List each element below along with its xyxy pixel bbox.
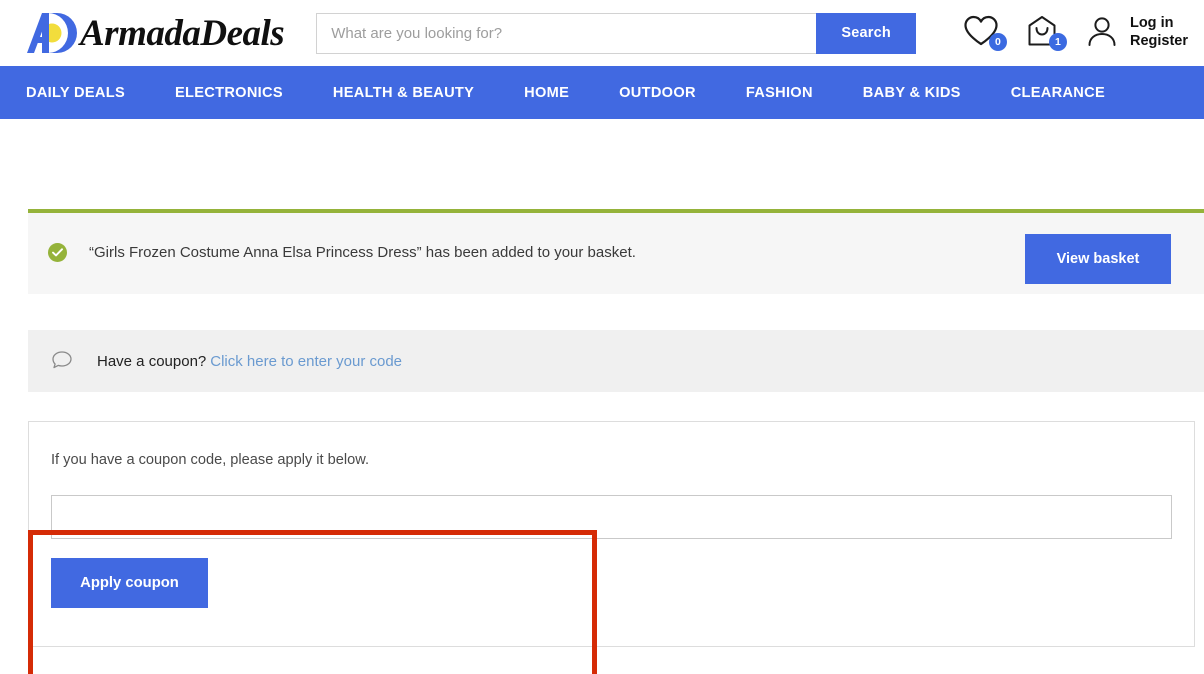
apply-coupon-button[interactable]: Apply coupon xyxy=(51,558,208,608)
nav-item-health-beauty[interactable]: HEALTH & BEAUTY xyxy=(333,85,500,101)
coupon-form-instruction: If you have a coupon code, please apply … xyxy=(51,452,370,468)
nav-item-baby-kids[interactable]: BABY & KIDS xyxy=(863,85,987,101)
basket-success-notice: “Girls Frozen Costume Anna Elsa Princess… xyxy=(28,209,1204,294)
view-basket-button[interactable]: View basket xyxy=(1025,234,1171,284)
main-navigation: DAILY DEALS ELECTRONICS HEALTH & BEAUTY … xyxy=(0,66,1204,119)
check-circle-icon xyxy=(48,243,67,262)
search-button[interactable]: Search xyxy=(816,12,917,54)
basket-button[interactable]: 1 xyxy=(1025,11,1067,55)
speech-bubble-icon xyxy=(51,350,73,375)
coupon-bar-form-spacer xyxy=(0,392,1204,421)
coupon-prompt-text: Have a coupon? Click here to enter your c… xyxy=(97,353,402,370)
main-content: “Girls Frozen Costume Anna Elsa Princess… xyxy=(0,119,1204,674)
wishlist-count-badge: 0 xyxy=(988,33,1007,51)
coupon-code-input[interactable] xyxy=(51,495,1172,539)
header-tools: 0 1 Log in Register xyxy=(963,11,1204,55)
notice-coupon-spacer xyxy=(0,294,1204,330)
search-bar: Search xyxy=(316,12,917,54)
search-input[interactable] xyxy=(316,12,817,54)
login-link[interactable]: Log in xyxy=(1130,15,1188,33)
user-icon xyxy=(1085,14,1119,53)
nav-item-daily-deals[interactable]: DAILY DEALS xyxy=(26,85,151,101)
basket-count-badge: 1 xyxy=(1048,33,1067,51)
basket-success-message: “Girls Frozen Costume Anna Elsa Princess… xyxy=(89,244,636,261)
register-link[interactable]: Register xyxy=(1130,33,1188,51)
armada-deals-monogram-icon xyxy=(26,10,78,56)
site-header: ArmadaDeals Search 0 1 xyxy=(0,0,1204,66)
nav-item-home[interactable]: HOME xyxy=(524,85,595,101)
nav-item-outdoor[interactable]: OUTDOOR xyxy=(619,85,722,101)
nav-item-fashion[interactable]: FASHION xyxy=(746,85,839,101)
account-menu[interactable]: Log in Register xyxy=(1085,14,1188,53)
content-top-spacer xyxy=(0,119,1204,209)
coupon-prompt-bar: Have a coupon? Click here to enter your c… xyxy=(28,330,1204,392)
coupon-form: If you have a coupon code, please apply … xyxy=(28,421,1195,647)
logo-wordmark: ArmadaDeals xyxy=(80,12,285,54)
nav-item-electronics[interactable]: ELECTRONICS xyxy=(175,85,309,101)
site-logo[interactable]: ArmadaDeals xyxy=(26,9,285,57)
coupon-prompt-label: Have a coupon? xyxy=(97,352,207,370)
enter-coupon-code-link[interactable]: Click here to enter your code xyxy=(210,353,402,370)
wishlist-button[interactable]: 0 xyxy=(963,11,1007,55)
nav-item-clearance[interactable]: CLEARANCE xyxy=(1011,85,1131,101)
